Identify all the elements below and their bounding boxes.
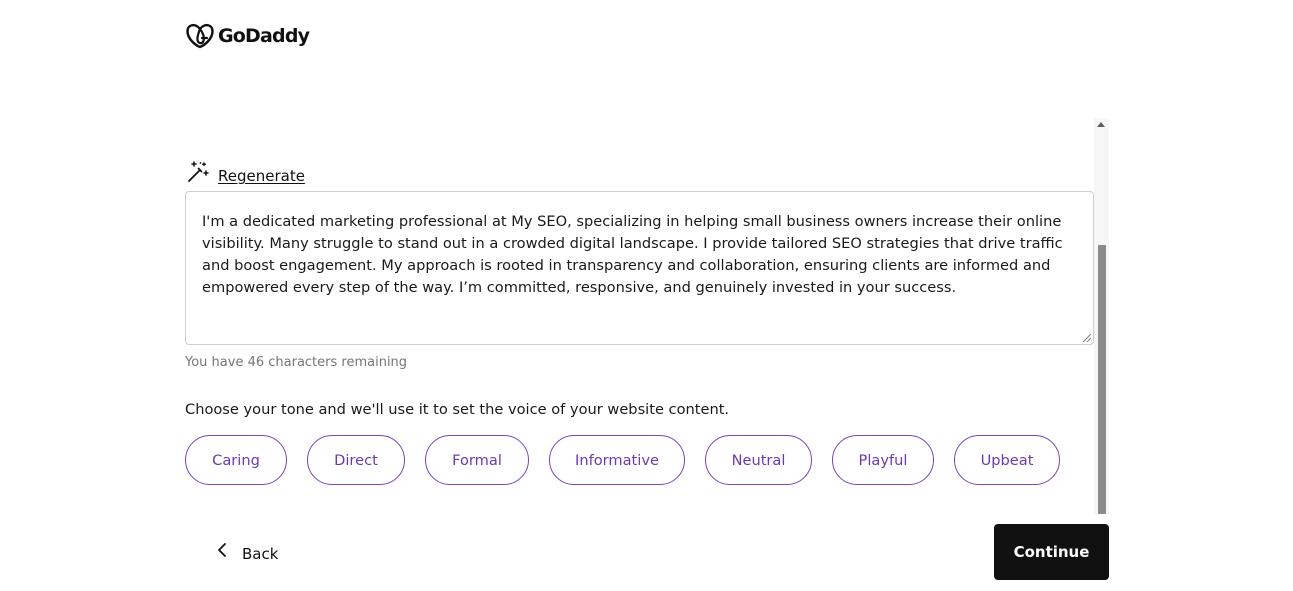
tone-caring-button[interactable]: Caring [185,435,287,485]
continue-button[interactable]: Continue [994,524,1109,580]
brand-name: GoDaddy [218,25,310,47]
tone-formal-button[interactable]: Formal [425,435,529,485]
magic-wand-icon [186,160,210,188]
tone-informative-button[interactable]: Informative [549,435,685,485]
godaddy-logo[interactable]: GoDaddy [186,22,310,50]
regenerate-button[interactable]: Regenerate [186,160,305,188]
godaddy-heart-icon [186,23,214,49]
tone-playful-button[interactable]: Playful [832,435,934,485]
tone-upbeat-button[interactable]: Upbeat [954,435,1060,485]
characters-remaining: You have 46 characters remaining [185,355,408,370]
bio-textarea[interactable]: I'm a dedicated marketing professional a… [185,191,1094,345]
tone-prompt: Choose your tone and we'll use it to set… [185,401,730,418]
tone-options: Caring Direct Formal Informative Neutral… [185,435,1060,485]
chevron-left-icon [216,541,228,563]
tone-direct-button[interactable]: Direct [307,435,405,485]
regenerate-label: Regenerate [218,167,305,185]
scroll-thumb[interactable] [1098,245,1106,514]
scrollbar[interactable] [1094,118,1109,514]
resize-grip-icon[interactable] [1083,334,1091,342]
bio-text: I'm a dedicated marketing professional a… [202,213,1063,296]
back-button[interactable]: Back [216,541,278,563]
back-label: Back [242,544,279,563]
scroll-up-arrow-icon[interactable] [1097,122,1105,127]
tone-neutral-button[interactable]: Neutral [705,435,812,485]
